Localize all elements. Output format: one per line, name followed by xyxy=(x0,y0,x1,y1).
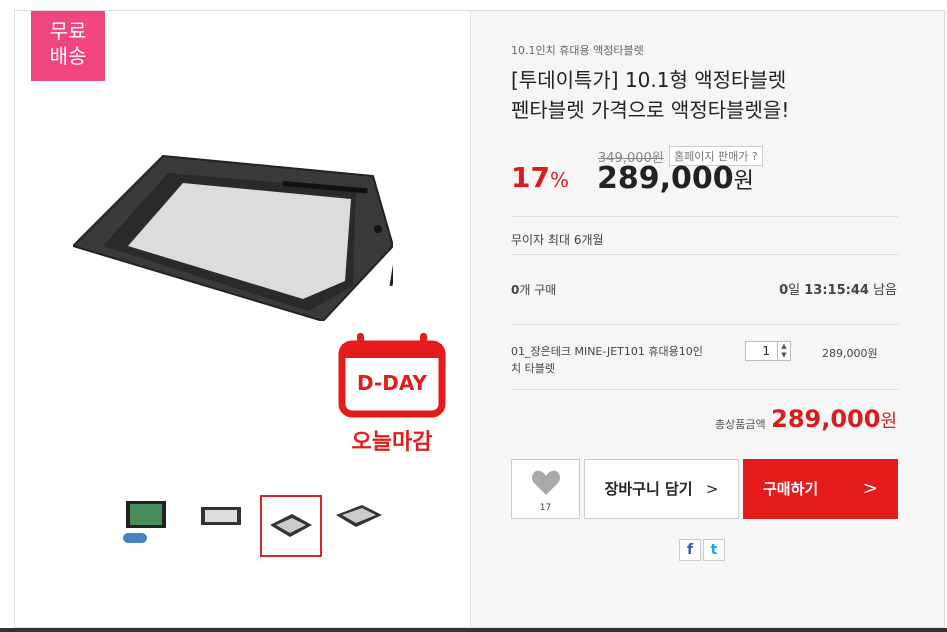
total-price: 289,000원 xyxy=(771,405,897,433)
title-line1: [투데이특가] 10.1형 액정타블렛 xyxy=(511,68,787,92)
thumbnail-4[interactable] xyxy=(332,485,394,547)
twitter-icon[interactable]: t xyxy=(703,539,725,561)
divider xyxy=(511,389,898,390)
divider xyxy=(511,324,898,325)
sale-price: 289,000원 xyxy=(597,161,754,196)
option-price: 289,000원 xyxy=(822,347,878,360)
discount-value: 17 xyxy=(511,161,550,194)
quantity-buttons: ▲ ▼ xyxy=(777,342,790,360)
social-share: ft xyxy=(679,539,727,561)
quantity-up-icon[interactable]: ▲ xyxy=(778,342,790,351)
dday-caption: 오늘마감 xyxy=(351,430,433,455)
heart-icon xyxy=(531,470,560,495)
deal-countdown: 0일 13:15:44 남음 xyxy=(779,279,897,298)
facebook-icon[interactable]: f xyxy=(679,539,701,561)
total-label: 총상품금액 xyxy=(715,418,766,431)
quantity-stepper[interactable]: 1 ▲ ▼ xyxy=(745,341,791,361)
thumbnail-strip xyxy=(110,485,382,557)
bottom-border xyxy=(0,628,947,632)
price-unit: 원 xyxy=(733,169,754,194)
thumbnail-3-selected[interactable] xyxy=(260,495,322,557)
price-value: 289,000 xyxy=(597,161,734,196)
buy-now-button[interactable]: 구매하기 > xyxy=(743,459,898,519)
total-value: 289,000 xyxy=(771,405,881,433)
thumbnail-2[interactable] xyxy=(195,485,257,547)
add-to-cart-button[interactable]: 장바구니 담기 > xyxy=(584,459,739,519)
countdown-days-suffix: 일 xyxy=(788,283,801,298)
badge-line1: 무료 xyxy=(49,19,87,43)
chevron-right-icon: > xyxy=(862,478,878,499)
wish-count: 17 xyxy=(539,503,552,513)
sold-count: 0개 구매 xyxy=(511,281,556,298)
product-detail-panel: 무료 배송 D-DAY 오늘마감 10.1인치 휴대용 액정타블렛 [투데이특가… xyxy=(14,10,945,628)
product-info: 10.1인치 휴대용 액정타블렛 [투데이특가] 10.1형 액정타블렛 펜타블… xyxy=(470,11,944,627)
quantity-input[interactable]: 1 xyxy=(746,342,776,360)
title-line2: 펜타블렛 가격으로 액정타블렛을! xyxy=(511,98,790,122)
product-subtitle: 10.1인치 휴대용 액정타블렛 xyxy=(511,44,644,57)
countdown-suffix: 남음 xyxy=(873,283,897,298)
tablet-main-image xyxy=(73,154,393,321)
installment-info: 무이자 최대 6개월 xyxy=(511,233,604,247)
quantity-down-icon[interactable]: ▼ xyxy=(778,351,790,360)
divider xyxy=(511,216,898,217)
free-shipping-badge: 무료 배송 xyxy=(31,11,105,81)
badge-line2: 배송 xyxy=(49,44,87,68)
sold-count-suffix: 개 구매 xyxy=(519,283,557,297)
countdown-days: 0 xyxy=(779,283,789,298)
thumbnail-1[interactable] xyxy=(118,485,180,547)
discount-unit: % xyxy=(549,168,569,192)
discount-rate: 17% xyxy=(511,161,569,194)
option-name: 01_장은테크 MINE-JET101 휴대용10인치 타블렛 xyxy=(511,345,703,375)
cart-label: 장바구니 담기 xyxy=(604,480,693,498)
chevron-right-icon: > xyxy=(705,480,719,498)
product-gallery: 무료 배송 D-DAY 오늘마감 xyxy=(15,11,470,627)
dday-label: D-DAY xyxy=(357,371,427,395)
buy-label: 구매하기 xyxy=(763,480,819,498)
product-title: [투데이특가] 10.1형 액정타블렛 펜타블렛 가격으로 액정타블렛을! xyxy=(511,65,931,125)
wishlist-button[interactable]: 17 xyxy=(511,459,580,519)
total-unit: 원 xyxy=(880,411,897,432)
divider xyxy=(511,254,898,255)
countdown-time: 13:15:44 xyxy=(804,283,869,298)
